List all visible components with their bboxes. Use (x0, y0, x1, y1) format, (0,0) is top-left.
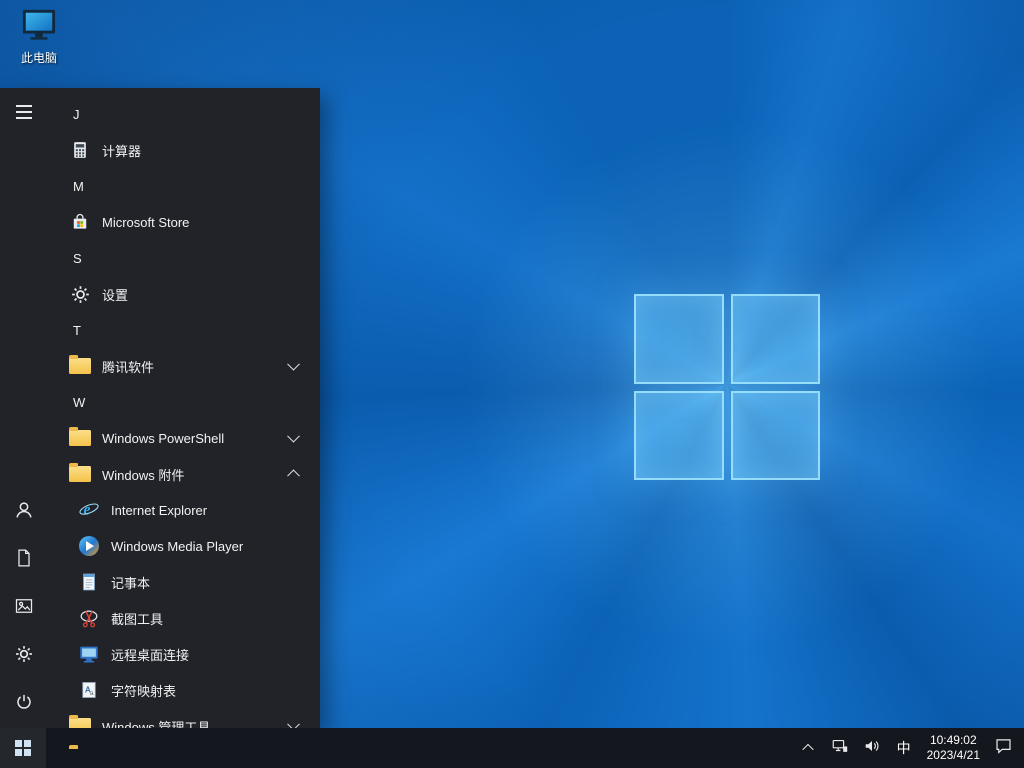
app-label: Windows Media Player (111, 538, 244, 554)
app-label: Microsoft Store (102, 214, 190, 230)
system-tray: 中 10:49:02 2023/4/21 (792, 728, 1024, 768)
app-label: 记事本 (111, 575, 151, 591)
folder-label: 腾讯软件 (102, 359, 155, 375)
pictures-button[interactable] (0, 584, 48, 632)
start-section-s[interactable]: S (48, 240, 320, 276)
notepad-icon (77, 570, 101, 594)
hidden-icons-chevron-icon (801, 743, 814, 756)
start-folder-tencent-software[interactable]: 腾讯软件 (48, 348, 320, 384)
gear-icon (68, 282, 92, 306)
start-folder-windows-powershell[interactable]: Windows PowerShell (48, 420, 320, 456)
desktop-icon-label: 此电脑 (20, 51, 57, 65)
start-section-t[interactable]: T (48, 312, 320, 348)
media-player-icon (77, 534, 101, 558)
section-letter: J (73, 106, 80, 122)
app-label: Internet Explorer (111, 502, 208, 518)
wallpaper-windows-logo (634, 294, 820, 480)
start-app-microsoft-store[interactable]: Microsoft Store (48, 204, 320, 240)
pictures-icon (14, 596, 34, 621)
section-letter: W (73, 394, 86, 410)
desktop-icon-this-pc[interactable]: 此电脑 (12, 8, 66, 66)
action-center-button[interactable] (987, 728, 1024, 768)
start-button[interactable] (0, 728, 46, 768)
documents-button[interactable] (0, 536, 48, 584)
ime-indicator-label: 中 (896, 740, 911, 756)
start-menu: J 计算器 M Microsoft Store S 设置 T 腾讯软件 W Wi… (0, 88, 320, 728)
snipping-tool-icon (77, 606, 101, 630)
start-section-m[interactable]: M (48, 168, 320, 204)
clock-time: 10:49:02 (929, 733, 977, 747)
start-section-w[interactable]: W (48, 384, 320, 420)
computer-monitor-icon (20, 8, 58, 47)
network-icon (831, 737, 849, 760)
start-app-character-map[interactable]: A a 字符映射表 (48, 672, 320, 708)
internet-explorer-icon: e (77, 498, 101, 522)
volume-button[interactable] (856, 728, 888, 768)
app-label: 字符映射表 (111, 683, 177, 699)
app-label: 截图工具 (111, 611, 164, 627)
svg-text:e: e (84, 502, 91, 519)
settings-button[interactable] (0, 632, 48, 680)
clock-button[interactable]: 10:49:02 2023/4/21 (920, 728, 987, 768)
hamburger-menu-icon (16, 105, 32, 119)
folder-icon (68, 354, 92, 378)
ime-indicator-button[interactable]: 中 (888, 728, 920, 768)
documents-icon (14, 548, 34, 573)
folder-label: Windows 管理工具 (102, 719, 211, 729)
character-map-icon: A a (77, 678, 101, 702)
folder-icon (68, 426, 92, 450)
section-letter: T (73, 322, 81, 338)
chevron-up-icon (287, 469, 300, 483)
app-label: 远程桌面连接 (111, 647, 190, 663)
start-folder-windows-accessories[interactable]: Windows 附件 (48, 456, 320, 492)
start-app-remote-desktop[interactable]: 远程桌面连接 (48, 636, 320, 672)
settings-gear-icon (14, 644, 34, 669)
start-menu-rail (0, 88, 48, 728)
user-account-icon (13, 499, 35, 526)
start-app-settings[interactable]: 设置 (48, 276, 320, 312)
power-icon (14, 692, 34, 717)
start-app-calculator[interactable]: 计算器 (48, 132, 320, 168)
folder-label: Windows PowerShell (102, 430, 225, 446)
expand-menu-button[interactable] (0, 88, 48, 136)
start-app-windows-media-player[interactable]: Windows Media Player (48, 528, 320, 564)
start-folder-windows-admin-tools[interactable]: Windows 管理工具 (48, 708, 320, 728)
remote-desktop-icon (77, 642, 101, 666)
power-button[interactable] (0, 680, 48, 728)
section-letter: S (73, 250, 82, 266)
chevron-down-icon (287, 357, 300, 371)
svg-text:a: a (90, 690, 94, 697)
store-icon (68, 210, 92, 234)
start-app-notepad[interactable]: 记事本 (48, 564, 320, 600)
network-button[interactable] (824, 728, 856, 768)
section-letter: M (73, 178, 84, 194)
folder-icon (68, 462, 92, 486)
start-app-list: J 计算器 M Microsoft Store S 设置 T 腾讯软件 W Wi… (48, 88, 320, 728)
folder-label: Windows 附件 (102, 467, 185, 483)
action-center-icon (994, 736, 1013, 760)
start-section-j[interactable]: J (48, 96, 320, 132)
user-account-button[interactable] (0, 488, 48, 536)
windows-logo-icon (15, 740, 31, 756)
volume-icon (863, 737, 881, 760)
folder-icon (68, 714, 92, 728)
start-app-snipping-tool[interactable]: 截图工具 (48, 600, 320, 636)
calculator-icon (68, 138, 92, 162)
file-explorer-button[interactable] (46, 728, 92, 768)
clock-date: 2023/4/21 (926, 748, 980, 762)
app-label: 设置 (102, 287, 129, 303)
start-app-internet-explorer[interactable]: e Internet Explorer (48, 492, 320, 528)
app-label: 计算器 (102, 143, 142, 159)
taskbar: 中 10:49:02 2023/4/21 (0, 728, 1024, 768)
chevron-down-icon (287, 429, 300, 443)
hidden-icons-button[interactable] (792, 728, 824, 768)
chevron-down-icon (287, 717, 300, 728)
